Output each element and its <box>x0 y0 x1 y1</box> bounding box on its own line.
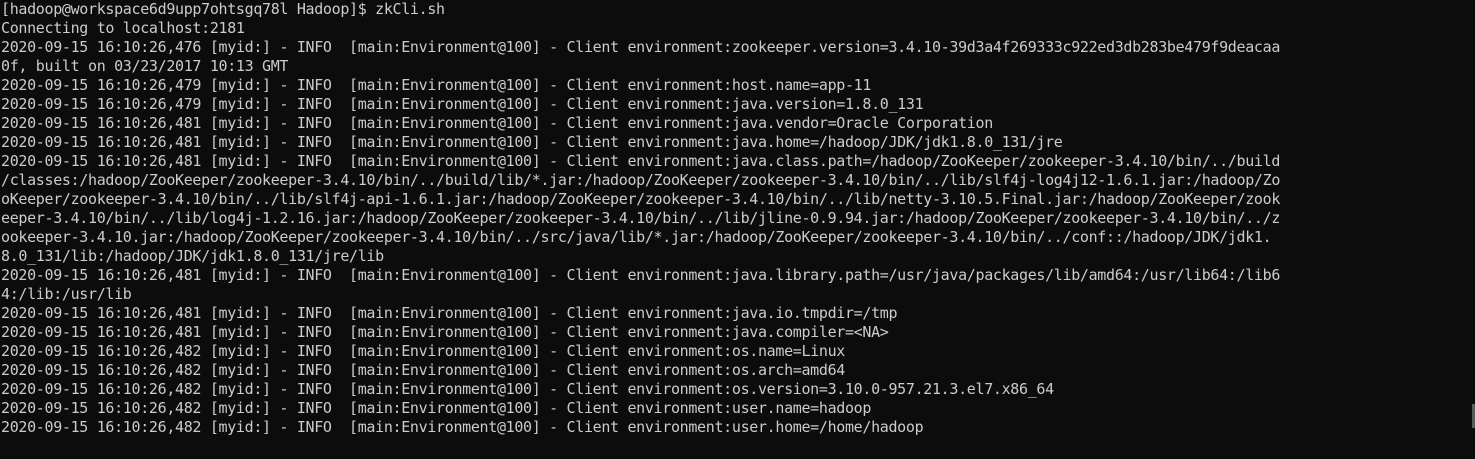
output-line: 2020-09-15 16:10:26,482 [myid:] - INFO [… <box>1 342 845 360</box>
output-line: 2020-09-15 16:10:26,481 [myid:] - INFO [… <box>1 323 889 341</box>
terminal-output[interactable]: [hadoop@workspace6d9upp7ohtsgq78l Hadoop… <box>0 0 1472 459</box>
output-line: oKeeper/zookeeper-3.4.10/bin/../lib/slf4… <box>1 190 1281 208</box>
output-line: 2020-09-15 16:10:26,482 [myid:] - INFO [… <box>1 399 872 417</box>
output-line: 0f, built on 03/23/2017 10:13 GMT <box>1 57 289 75</box>
output-line: Connecting to localhost:2181 <box>1 19 245 37</box>
output-line: 2020-09-15 16:10:26,482 [myid:] - INFO [… <box>1 361 845 379</box>
output-line: 8.0_131/lib:/hadoop/JDK/jdk1.8.0_131/jre… <box>1 247 384 265</box>
output-line: 2020-09-15 16:10:26,476 [myid:] - INFO [… <box>1 38 1281 56</box>
output-line: 2020-09-15 16:10:26,481 [myid:] - INFO [… <box>1 266 1281 284</box>
output-line: 2020-09-15 16:10:26,481 [myid:] - INFO [… <box>1 304 898 322</box>
output-line: ookeeper-3.4.10.jar:/hadoop/ZooKeeper/zo… <box>1 228 1272 246</box>
output-line: /classes:/hadoop/ZooKeeper/zookeeper-3.4… <box>1 171 1281 189</box>
output-line: 2020-09-15 16:10:26,479 [myid:] - INFO [… <box>1 76 872 94</box>
output-line: 4:/lib:/usr/lib <box>1 285 132 303</box>
output-line: 2020-09-15 16:10:26,481 [myid:] - INFO [… <box>1 114 993 132</box>
output-line: 2020-09-15 16:10:26,482 [myid:] - INFO [… <box>1 380 1054 398</box>
output-line: 2020-09-15 16:10:26,481 [myid:] - INFO [… <box>1 133 1063 151</box>
output-line: 2020-09-15 16:10:26,482 [myid:] - INFO [… <box>1 418 924 436</box>
prompt-line: [hadoop@workspace6d9upp7ohtsgq78l Hadoop… <box>1 0 445 18</box>
output-line: 2020-09-15 16:10:26,479 [myid:] - INFO [… <box>1 95 924 113</box>
output-line: eeper-3.4.10/bin/../lib/log4j-1.2.16.jar… <box>1 209 1281 227</box>
output-line: 2020-09-15 16:10:26,481 [myid:] - INFO [… <box>1 152 1281 170</box>
